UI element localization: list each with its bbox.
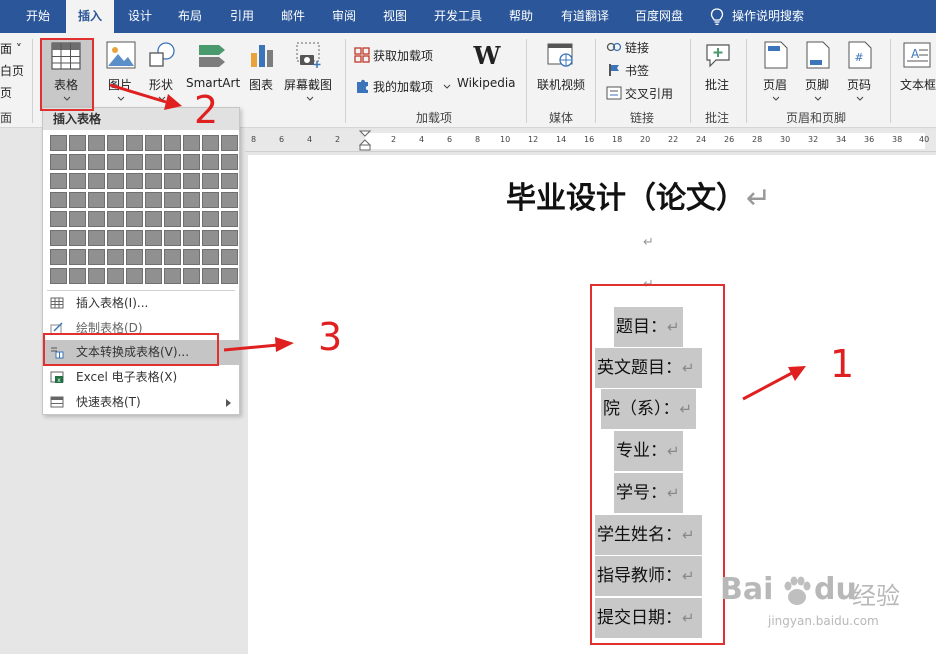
annotation-number-1: 1 [830,342,855,386]
annotation-number-2: 2 [194,88,219,132]
annotation-number-3: 3 [318,315,343,359]
paw-icon [784,576,811,605]
annotation-arrows [109,83,806,401]
baidu-jingyan-watermark: Bai du 经验 jingyan.baidu.com [720,572,900,628]
